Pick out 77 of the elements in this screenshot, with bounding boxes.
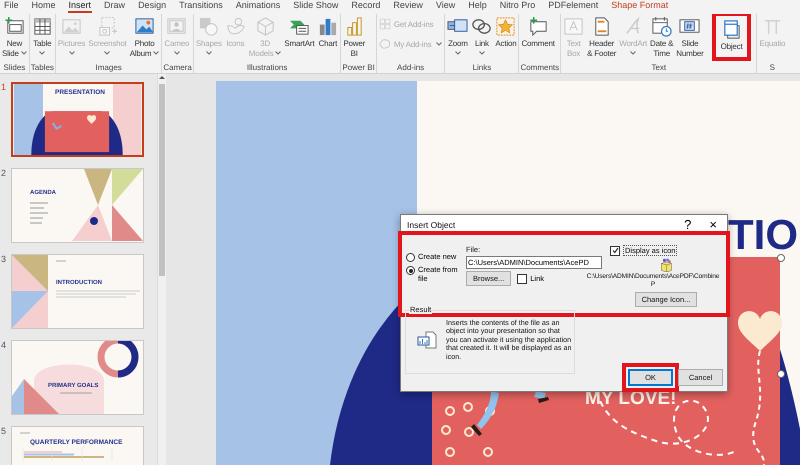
caret-icon <box>20 51 27 56</box>
scroll-up-icon[interactable] <box>159 75 165 80</box>
ribbon-button[interactable]: Power BI <box>342 14 366 58</box>
store-icon <box>378 18 391 30</box>
group-label: Comments <box>520 63 560 73</box>
ribbon-button[interactable]: Object <box>712 14 752 60</box>
help-button[interactable]: ? <box>680 219 696 231</box>
ribbon-button[interactable]: Zoom <box>446 14 470 54</box>
ribbon-tab[interactable]: Help <box>467 0 488 13</box>
link-icon <box>471 16 492 37</box>
caret-icon <box>174 50 180 54</box>
group-label: Links <box>472 63 492 73</box>
slide-number: 1 <box>0 82 6 94</box>
slide-number: 2 <box>0 168 6 180</box>
ribbon-tab[interactable]: Design <box>137 0 168 13</box>
scrollbar[interactable] <box>157 74 166 465</box>
group-label: Slides <box>2 63 26 73</box>
bar-chart-icon <box>317 16 338 37</box>
ribbon-tab[interactable]: Insert <box>68 0 92 13</box>
shapes-icon <box>198 16 220 37</box>
caret-icon <box>275 51 282 56</box>
ribbon-button[interactable]: Slide Number <box>675 14 705 58</box>
slide-number: 3 <box>0 254 6 266</box>
group-label: Images <box>94 63 123 73</box>
ribbon-tab[interactable]: Transitions <box>178 0 224 13</box>
caret-icon <box>630 50 636 54</box>
ribbon-button[interactable]: Link <box>470 14 494 54</box>
document-chart-icon <box>416 329 438 351</box>
slide-number: 5 <box>0 426 6 438</box>
ribbon-tab[interactable]: Home <box>30 0 57 13</box>
group-label: Tables <box>30 63 54 73</box>
slide-number: 4 <box>0 340 6 352</box>
ribbon-button[interactable]: Photo Album <box>128 14 160 58</box>
ribbon-tab[interactable]: Review <box>392 0 424 13</box>
ribbon-tab[interactable]: Nitro Pro <box>498 0 536 13</box>
calendar-icon <box>651 16 672 37</box>
checkmark-icon <box>612 247 618 254</box>
group-label: Add-ins <box>396 63 426 73</box>
ribbon-tab[interactable]: Animations <box>234 0 282 13</box>
caret-icon <box>39 50 46 54</box>
group-label: Illustrations <box>246 63 288 73</box>
ribbon-button[interactable]: Action <box>494 14 518 48</box>
ribbon-tab[interactable]: Draw <box>103 0 126 13</box>
ribbon-tab[interactable]: Shape Format <box>610 0 670 13</box>
ribbon-button[interactable]: New Slide <box>1 14 28 58</box>
dialog-title: Insert Object <box>407 220 456 230</box>
caret-icon <box>478 50 485 54</box>
ribbon-button[interactable]: Header & Footer <box>586 14 618 58</box>
window-icon <box>721 19 742 40</box>
close-button[interactable]: × <box>705 219 721 231</box>
caret-icon <box>454 50 461 54</box>
table-icon <box>32 16 53 37</box>
caret-icon <box>206 50 212 54</box>
scrollbar-thumb[interactable] <box>159 84 165 276</box>
ribbon-button[interactable]: Table <box>30 14 54 54</box>
caret-icon <box>104 50 110 54</box>
ribbon-button[interactable]: Chart <box>316 14 340 48</box>
group-label: S <box>768 63 776 73</box>
ribbon-tab[interactable]: Slide Show <box>292 0 340 13</box>
ribbon-tab[interactable]: File <box>3 0 20 13</box>
ribbon-button[interactable]: Date & Time <box>649 14 674 58</box>
comment-icon <box>528 16 549 37</box>
group-label: Text <box>650 63 668 73</box>
ribbon-button[interactable]: Comment <box>520 14 556 48</box>
ribbon-tab[interactable]: View <box>434 0 456 13</box>
ribbon-button[interactable]: SmartArt <box>283 14 316 48</box>
camera-icon <box>96 16 118 37</box>
slide-title: TIO <box>728 217 798 252</box>
caret-icon <box>68 50 75 54</box>
group-label: Power BI <box>342 63 375 73</box>
ribbon-tab[interactable]: PDFelement <box>547 0 600 13</box>
ribbon-tab[interactable]: Record <box>350 0 382 13</box>
caret-icon <box>153 51 160 56</box>
caret-icon <box>436 42 442 46</box>
group-label: Camera <box>163 63 192 73</box>
text-box-icon <box>563 16 584 37</box>
cube-icon <box>254 16 276 37</box>
